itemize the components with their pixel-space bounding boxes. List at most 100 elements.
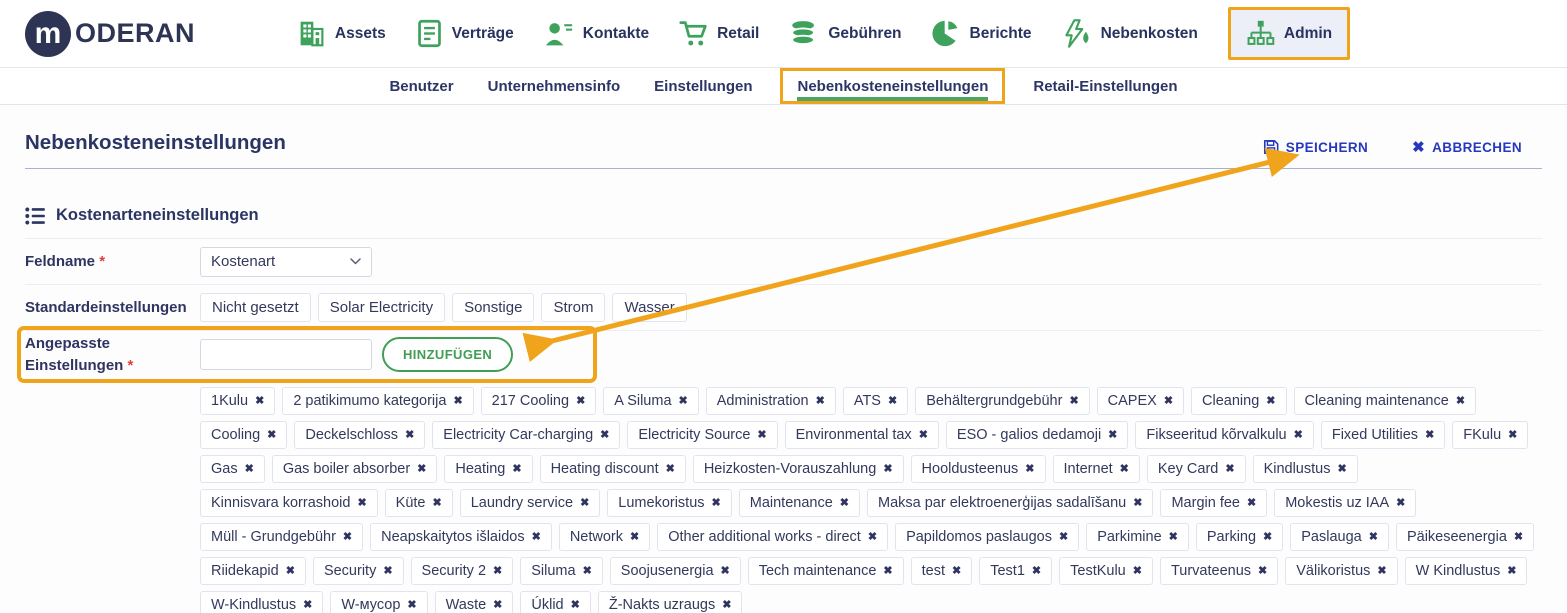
custom-tag: Other additional works - direct ✖ bbox=[657, 523, 889, 551]
custom-tag: A Siluma ✖ bbox=[603, 387, 699, 415]
remove-tag-icon[interactable]: ✖ bbox=[868, 531, 877, 543]
remove-tag-icon[interactable]: ✖ bbox=[1169, 531, 1178, 543]
remove-tag-icon[interactable]: ✖ bbox=[757, 429, 766, 441]
remove-tag-icon[interactable]: ✖ bbox=[816, 395, 825, 407]
remove-tag-icon[interactable]: ✖ bbox=[888, 395, 897, 407]
remove-tag-icon[interactable]: ✖ bbox=[721, 565, 730, 577]
remove-tag-icon[interactable]: ✖ bbox=[453, 395, 462, 407]
remove-tag-icon[interactable]: ✖ bbox=[1108, 429, 1117, 441]
remove-tag-icon[interactable]: ✖ bbox=[433, 497, 442, 509]
remove-tag-icon[interactable]: ✖ bbox=[532, 531, 541, 543]
remove-tag-icon[interactable]: ✖ bbox=[712, 497, 721, 509]
cancel-button[interactable]: ✖ ABBRECHEN bbox=[1412, 139, 1522, 155]
remove-tag-icon[interactable]: ✖ bbox=[1377, 565, 1386, 577]
custom-tag: ESO - galios dedamoji ✖ bbox=[945, 421, 1129, 449]
remove-tag-icon[interactable]: ✖ bbox=[666, 463, 675, 475]
page-header: Nebenkosteneinstellungen SPEICHERN ✖ ABB… bbox=[25, 105, 1542, 169]
remove-tag-icon[interactable]: ✖ bbox=[417, 463, 426, 475]
field-name-select[interactable]: Kostenart bbox=[200, 246, 372, 277]
remove-tag-icon[interactable]: ✖ bbox=[1396, 497, 1405, 509]
remove-tag-icon[interactable]: ✖ bbox=[580, 497, 589, 509]
custom-tag-label: Security 2 bbox=[421, 563, 487, 579]
remove-tag-icon[interactable]: ✖ bbox=[286, 565, 295, 577]
remove-tag-icon[interactable]: ✖ bbox=[1456, 395, 1465, 407]
remove-tag-icon[interactable]: ✖ bbox=[883, 463, 892, 475]
remove-tag-icon[interactable]: ✖ bbox=[1266, 395, 1275, 407]
custom-tag: test ✖ bbox=[910, 557, 973, 585]
remove-tag-icon[interactable]: ✖ bbox=[245, 463, 254, 475]
save-button[interactable]: SPEICHERN bbox=[1263, 139, 1368, 155]
nav-item-kontakte[interactable]: Kontakte bbox=[544, 20, 649, 48]
remove-tag-icon[interactable]: ✖ bbox=[1508, 429, 1517, 441]
remove-tag-icon[interactable]: ✖ bbox=[1164, 395, 1173, 407]
nav-item-admin[interactable]: Admin bbox=[1227, 7, 1351, 60]
custom-tag: Margin fee ✖ bbox=[1160, 489, 1268, 517]
nav-item-assets[interactable]: Assets bbox=[297, 19, 386, 48]
remove-tag-icon[interactable]: ✖ bbox=[512, 463, 521, 475]
remove-tag-icon[interactable]: ✖ bbox=[679, 395, 688, 407]
nav-item-retail[interactable]: Retail bbox=[679, 19, 759, 48]
remove-tag-icon[interactable]: ✖ bbox=[405, 429, 414, 441]
remove-tag-icon[interactable]: ✖ bbox=[1425, 429, 1434, 441]
custom-label-line1: Angepasste bbox=[25, 334, 111, 352]
nav-item-nebenkosten[interactable]: Nebenkosten bbox=[1062, 19, 1198, 48]
custom-tag-label: Mokestis uz IAA bbox=[1285, 495, 1390, 511]
remove-tag-icon[interactable]: ✖ bbox=[407, 599, 416, 611]
remove-tag-icon[interactable]: ✖ bbox=[840, 497, 849, 509]
subnav-item-retail-einstellungen[interactable]: Retail-Einstellungen bbox=[1033, 68, 1177, 104]
remove-tag-icon[interactable]: ✖ bbox=[576, 395, 585, 407]
remove-tag-icon[interactable]: ✖ bbox=[1263, 531, 1272, 543]
custom-tag-label: Cleaning maintenance bbox=[1304, 393, 1449, 409]
remove-tag-icon[interactable]: ✖ bbox=[383, 565, 392, 577]
remove-tag-icon[interactable]: ✖ bbox=[303, 599, 312, 611]
remove-tag-icon[interactable]: ✖ bbox=[722, 599, 731, 611]
subnav-item-unternehmensinfo[interactable]: Unternehmensinfo bbox=[488, 68, 621, 104]
nav-item-gebuehren[interactable]: Gebühren bbox=[789, 19, 902, 48]
remove-tag-icon[interactable]: ✖ bbox=[343, 531, 352, 543]
custom-tag: Päikeseenergia ✖ bbox=[1395, 523, 1535, 551]
custom-setting-input[interactable] bbox=[200, 339, 372, 370]
remove-tag-icon[interactable]: ✖ bbox=[1294, 429, 1303, 441]
remove-tag-icon[interactable]: ✖ bbox=[1069, 395, 1078, 407]
remove-tag-icon[interactable]: ✖ bbox=[1337, 463, 1346, 475]
custom-tag: W-Kindlustus ✖ bbox=[200, 591, 324, 613]
remove-tag-icon[interactable]: ✖ bbox=[919, 429, 928, 441]
remove-tag-icon[interactable]: ✖ bbox=[1507, 565, 1516, 577]
remove-tag-icon[interactable]: ✖ bbox=[267, 429, 276, 441]
remove-tag-icon[interactable]: ✖ bbox=[583, 565, 592, 577]
remove-tag-icon[interactable]: ✖ bbox=[1514, 531, 1523, 543]
remove-tag-icon[interactable]: ✖ bbox=[1225, 463, 1234, 475]
add-button[interactable]: HINZUFÜGEN bbox=[382, 337, 514, 372]
custom-tag: Siluma ✖ bbox=[520, 557, 603, 585]
remove-tag-icon[interactable]: ✖ bbox=[600, 429, 609, 441]
remove-tag-icon[interactable]: ✖ bbox=[357, 497, 366, 509]
remove-tag-icon[interactable]: ✖ bbox=[883, 565, 892, 577]
custom-tag: Cooling ✖ bbox=[200, 421, 288, 449]
subnav-item-einstellungen[interactable]: Einstellungen bbox=[654, 68, 752, 104]
subnav-item-benutzer[interactable]: Benutzer bbox=[389, 68, 453, 104]
custom-tag: Úklid ✖ bbox=[520, 591, 591, 613]
remove-tag-icon[interactable]: ✖ bbox=[493, 565, 502, 577]
remove-tag-icon[interactable]: ✖ bbox=[1059, 531, 1068, 543]
remove-tag-icon[interactable]: ✖ bbox=[1247, 497, 1256, 509]
remove-tag-icon[interactable]: ✖ bbox=[952, 565, 961, 577]
moderan-logo[interactable]: m ODERAN bbox=[25, 10, 195, 57]
nav-item-vertraege[interactable]: Verträge bbox=[416, 19, 514, 48]
remove-tag-icon[interactable]: ✖ bbox=[1025, 463, 1034, 475]
remove-tag-icon[interactable]: ✖ bbox=[1258, 565, 1267, 577]
remove-tag-icon[interactable]: ✖ bbox=[1032, 565, 1041, 577]
remove-tag-icon[interactable]: ✖ bbox=[1369, 531, 1378, 543]
remove-tag-icon[interactable]: ✖ bbox=[1133, 497, 1142, 509]
default-settings-row: Standardeinstellungen Nicht gesetzt Sola… bbox=[25, 285, 1542, 331]
remove-tag-icon[interactable]: ✖ bbox=[571, 599, 580, 611]
remove-tag-icon[interactable]: ✖ bbox=[630, 531, 639, 543]
custom-tag: Maksa par elektroenerģijas sadalīšanu ✖ bbox=[867, 489, 1154, 517]
remove-tag-icon[interactable]: ✖ bbox=[1120, 463, 1129, 475]
nav-item-berichte[interactable]: Berichte bbox=[932, 19, 1032, 48]
remove-tag-icon[interactable]: ✖ bbox=[493, 599, 502, 611]
custom-tag-label: 1Kulu bbox=[211, 393, 249, 409]
remove-tag-icon[interactable]: ✖ bbox=[1133, 565, 1142, 577]
subnav-item-nebenkosteneinstellungen[interactable]: Nebenkosteneinstellungen bbox=[797, 71, 988, 101]
remove-tag-icon[interactable]: ✖ bbox=[255, 395, 264, 407]
nav-label: Kontakte bbox=[582, 24, 650, 42]
